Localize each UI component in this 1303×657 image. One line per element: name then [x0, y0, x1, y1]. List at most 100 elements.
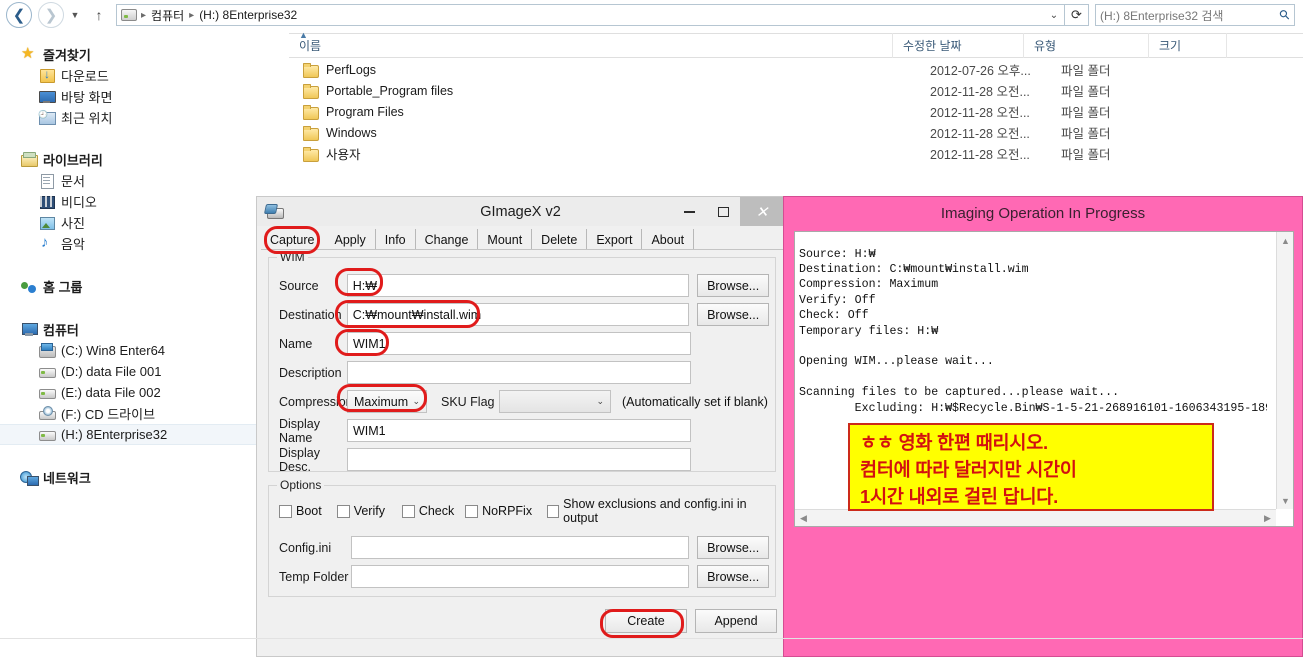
refresh-button[interactable]: ⟳ [1065, 4, 1089, 26]
tab-info[interactable]: Info [376, 229, 416, 250]
show-exclusions-checkbox[interactable]: Show exclusions and config.ini in output [546, 497, 769, 525]
checkbox-icon [401, 504, 415, 518]
display-desc-row: Display Desc. [279, 446, 769, 474]
tab-change[interactable]: Change [416, 229, 479, 250]
tab-apply[interactable]: Apply [325, 229, 376, 250]
sidebar-item-homegroup[interactable]: 홈 그룹 [0, 276, 288, 297]
tab-delete[interactable]: Delete [532, 229, 588, 250]
folder-icon [303, 125, 319, 141]
korean-annotation-note: ㅎㅎ 영화 한편 때리시오. 컴터에 따라 달러지만 시간이 1시간 내외로 걸… [848, 423, 1214, 511]
sidebar-item-libraries[interactable]: 라이브러리 [0, 149, 288, 170]
tab-mount[interactable]: Mount [478, 229, 533, 250]
tab-capture[interactable]: Capture [261, 229, 325, 250]
gimagex-tabs: Capture Apply Info Change Mount Delete E… [261, 228, 784, 250]
configini-browse-button[interactable]: Browse... [697, 536, 769, 559]
tempfolder-browse-button[interactable]: Browse... [697, 565, 769, 588]
column-header-name[interactable]: 이름 [289, 33, 893, 58]
system-drive-icon [38, 342, 56, 359]
file-name: Windows [326, 125, 377, 140]
chevron-down-icon: ▼ [70, 10, 80, 20]
chevron-down-icon[interactable]: ▼ [1277, 492, 1294, 509]
sidebar-item-videos[interactable]: 비디오 [0, 191, 288, 212]
source-browse-button[interactable]: Browse... [697, 274, 769, 297]
recent-locations-button[interactable]: ▼ [66, 10, 84, 20]
tempfolder-input[interactable] [350, 565, 690, 588]
close-button[interactable]: ✕ [740, 197, 784, 226]
boot-checkbox[interactable]: Boot [279, 504, 337, 518]
forward-button[interactable]: ❯ [38, 2, 64, 28]
hard-drive-icon [38, 427, 56, 443]
sidebar-item-drive-c[interactable]: (C:) Win8 Enter64 [0, 340, 288, 361]
tab-export[interactable]: Export [587, 229, 643, 250]
progress-title: Imaging Operation In Progress [940, 204, 1146, 222]
wim-group-legend: WIM [277, 250, 308, 264]
tab-about[interactable]: About [642, 229, 695, 250]
gimagex-title-bar[interactable]: GImageX v2 ✕ [257, 197, 784, 226]
chevron-down-icon: ⌄ [596, 396, 604, 406]
sidebar-item-downloads[interactable]: 다운로드 [0, 65, 288, 86]
description-input[interactable] [347, 361, 691, 384]
configini-input[interactable] [350, 536, 690, 559]
breadcrumb-separator: ▸ [141, 9, 147, 21]
sidebar-item-documents[interactable]: 문서 [0, 170, 288, 191]
hard-drive-icon [38, 385, 56, 401]
column-header-date[interactable]: 수정한 날짜 [893, 33, 1024, 58]
sidebar-item-drive-f[interactable]: (F:) CD 드라이브 [0, 403, 288, 424]
address-bar[interactable]: ▸ 컴퓨터 ▸ (H:) 8Enterprise32 ⌄ [116, 4, 1065, 26]
breadcrumb-item-computer[interactable]: 컴퓨터 [148, 7, 187, 24]
source-input[interactable]: H:₩ [346, 274, 690, 297]
table-row[interactable]: 사용자 2012-11-28 오전... 파일 폴더 [289, 143, 1303, 164]
check-checkbox[interactable]: Check [401, 504, 465, 518]
up-button[interactable]: ↑ [88, 7, 110, 23]
chevron-left-icon[interactable]: ◀ [795, 510, 812, 527]
verify-checkbox[interactable]: Verify [336, 504, 402, 518]
sidebar-item-desktop[interactable]: 바탕 화면 [0, 86, 288, 107]
table-row[interactable]: PerfLogs 2012-07-26 오후... 파일 폴더 [289, 59, 1303, 80]
column-header-type[interactable]: 유형 [1024, 33, 1149, 58]
sidebar-label: 컴퓨터 [43, 323, 79, 338]
sidebar-item-drive-e[interactable]: (E:) data File 002 [0, 382, 288, 403]
recent-places-icon [38, 110, 56, 126]
minimize-button[interactable] [672, 197, 706, 226]
sidebar-item-music[interactable]: 음악 [0, 233, 288, 254]
sidebar-item-drive-h[interactable]: (H:) 8Enterprise32 [0, 424, 288, 445]
chevron-right-icon[interactable]: ▶ [1259, 510, 1276, 527]
table-row[interactable]: Program Files 2012-11-28 오전... 파일 폴더 [289, 101, 1303, 122]
maximize-icon [717, 206, 729, 217]
annotation-line-3: 1시간 내외로 걸린 답니다. [860, 486, 1059, 507]
display-desc-input[interactable] [347, 448, 691, 471]
sidebar-label: (F:) CD 드라이브 [61, 407, 156, 422]
file-date: 2012-11-28 오전... [930, 85, 1030, 99]
sidebar-item-network[interactable]: 네트워크 [0, 467, 288, 488]
sidebar-item-computer[interactable]: 컴퓨터 [0, 319, 288, 340]
back-button[interactable]: ❮ [6, 2, 32, 28]
checkbox-label: Verify [353, 504, 385, 518]
sidebar-item-pictures[interactable]: 사진 [0, 212, 288, 233]
table-row[interactable]: Portable_Program files 2012-11-28 오전... … [289, 80, 1303, 101]
sku-select[interactable]: ⌄ [499, 390, 611, 413]
sidebar-label: 라이브러리 [43, 153, 103, 168]
name-label: Name [279, 336, 313, 351]
column-header-size[interactable]: 크기 [1149, 33, 1227, 58]
compression-select[interactable]: Maximum ⌄ [347, 390, 427, 413]
destination-input[interactable]: C:₩mount₩install.wim [346, 303, 690, 326]
norpfix-checkbox[interactable]: NoRPFix [465, 504, 547, 518]
refresh-icon: ⟳ [1071, 7, 1082, 22]
address-dropdown-icon[interactable]: ⌄ [1044, 10, 1064, 21]
maximize-button[interactable] [706, 197, 740, 226]
sidebar-item-recent-places[interactable]: 최근 위치 [0, 107, 288, 128]
sidebar-item-drive-d[interactable]: (D:) data File 001 [0, 361, 288, 382]
destination-browse-button[interactable]: Browse... [697, 303, 769, 326]
create-button[interactable]: Create [605, 609, 687, 633]
append-button[interactable]: Append [695, 609, 777, 633]
log-horizontal-scrollbar[interactable]: ◀ ▶ [795, 509, 1276, 526]
up-arrow-icon: ↑ [95, 7, 103, 23]
sidebar-item-favorites[interactable]: 즐겨찾기 [0, 44, 288, 65]
name-input[interactable]: WIM1 [347, 332, 691, 355]
search-input[interactable]: (H:) 8Enterprise32 검색 ⚲ [1095, 4, 1295, 26]
chevron-up-icon[interactable]: ▲ [1277, 232, 1294, 249]
log-vertical-scrollbar[interactable]: ▲ ▼ [1276, 232, 1293, 509]
breadcrumb-item-drive[interactable]: (H:) 8Enterprise32 [196, 8, 300, 22]
display-name-input[interactable]: WIM1 [347, 419, 691, 442]
table-row[interactable]: Windows 2012-11-28 오전... 파일 폴더 [289, 122, 1303, 143]
